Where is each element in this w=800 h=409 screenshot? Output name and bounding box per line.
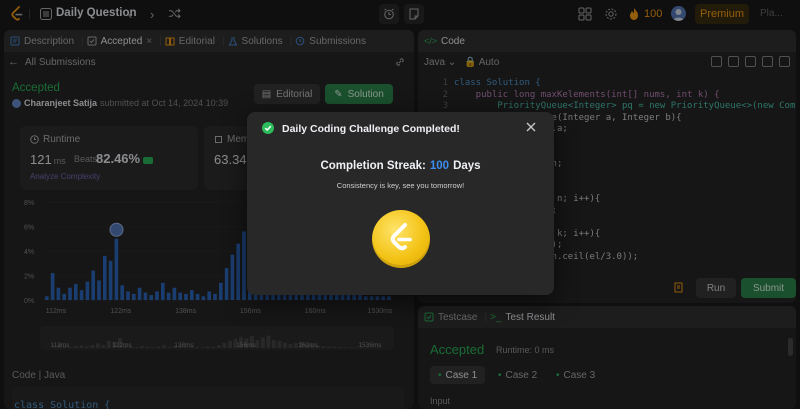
streak-value: 100: [429, 160, 450, 172]
modal-message: Consistency is key, see you tomorrow!: [336, 181, 465, 190]
streak-line: Completion Streak: 100 Days: [247, 160, 554, 172]
modal-title: Daily Coding Challenge Completed!: [282, 123, 460, 135]
streak-unit: Days: [453, 160, 481, 172]
daily-challenge-modal: Daily Coding Challenge Completed! Comple…: [247, 112, 554, 295]
leetcode-coin-icon: [372, 210, 430, 268]
close-icon[interactable]: [524, 120, 538, 134]
streak-label: Completion Streak:: [320, 160, 426, 172]
success-check-icon: [262, 122, 274, 134]
